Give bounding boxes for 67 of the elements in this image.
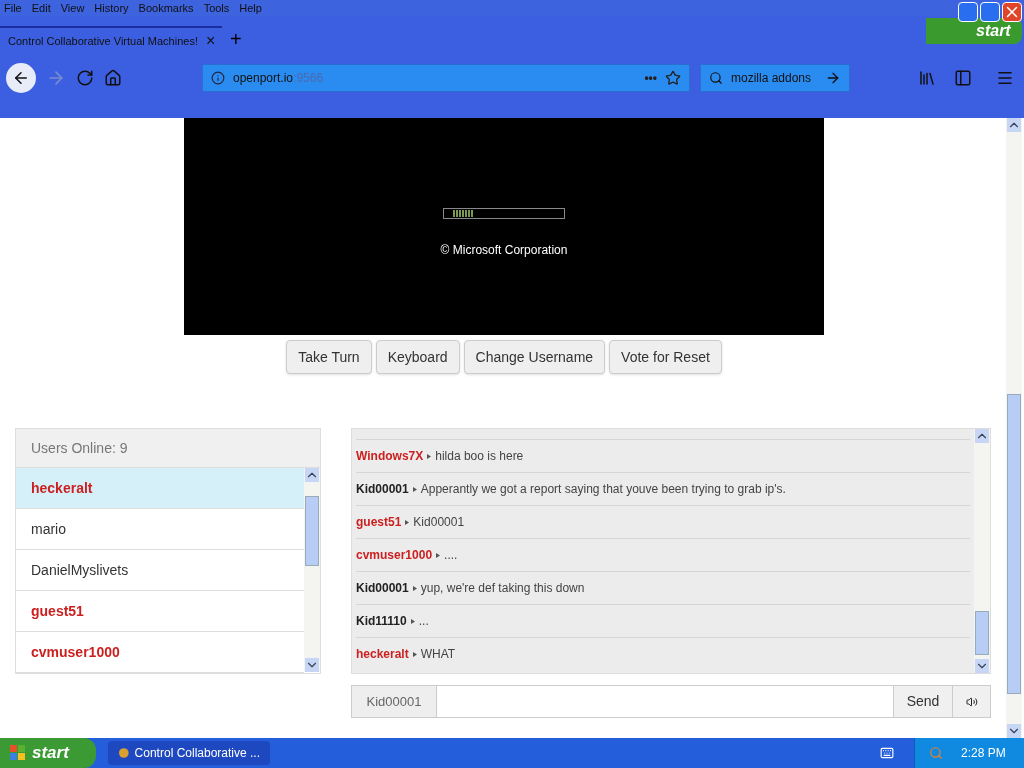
- scroll-down-icon[interactable]: [305, 658, 319, 672]
- menu-item[interactable]: History: [94, 0, 129, 17]
- scroll-thumb[interactable]: [305, 496, 319, 566]
- home-button[interactable]: [104, 69, 122, 87]
- sidebar-button[interactable]: [954, 69, 972, 87]
- pointer-icon: [412, 651, 417, 657]
- menu-item[interactable]: Help: [239, 0, 262, 17]
- vm-button[interactable]: Keyboard: [375, 340, 460, 374]
- chat-message: Kid00001 Apperantly we got a report saying that youve been trying to grab ip's.: [356, 472, 970, 505]
- scroll-down-icon[interactable]: [975, 659, 989, 673]
- menu-item[interactable]: File: [4, 0, 22, 17]
- pointer-icon: [412, 486, 417, 492]
- menu-item[interactable]: View: [60, 0, 85, 17]
- go-icon[interactable]: [825, 70, 841, 86]
- user-row[interactable]: heckeralt: [16, 468, 304, 509]
- scrollbar[interactable]: [1006, 118, 1022, 738]
- chat-message: guest51 Kid00001: [356, 505, 970, 538]
- reload-button[interactable]: [76, 69, 94, 87]
- scrollbar[interactable]: [304, 468, 320, 672]
- search-icon: [709, 71, 723, 85]
- chat-message: heckeralt WHAT: [356, 637, 970, 670]
- scroll-up-icon[interactable]: [975, 429, 989, 443]
- vm-screen[interactable]: © Microsoft Corporation: [184, 118, 824, 335]
- pointer-icon: [412, 585, 417, 591]
- url-text: openport.io:9566: [233, 70, 325, 87]
- more-icon[interactable]: •••: [644, 69, 657, 87]
- back-button[interactable]: [6, 63, 36, 93]
- minimize-button[interactable]: [958, 2, 978, 22]
- pointer-icon: [405, 519, 410, 525]
- pointer-icon: [436, 552, 441, 558]
- scroll-down-icon[interactable]: [1007, 724, 1021, 738]
- library-button[interactable]: [918, 69, 936, 87]
- start-button[interactable]: start: [0, 738, 96, 768]
- scroll-thumb[interactable]: [975, 611, 989, 655]
- pointer-icon: [427, 453, 432, 459]
- users-heading: Users Online: 9: [16, 429, 320, 468]
- chat-message: Kid00001 yup, we're def taking this down: [356, 571, 970, 604]
- menu-button[interactable]: [996, 69, 1014, 87]
- vm-button[interactable]: Take Turn: [286, 340, 372, 374]
- menu-item[interactable]: Bookmarks: [138, 0, 194, 17]
- close-icon[interactable]: ×: [205, 29, 216, 53]
- clock: 2:28 PM: [961, 745, 1006, 762]
- menu-item[interactable]: Edit: [31, 0, 51, 17]
- scroll-thumb[interactable]: [1007, 394, 1021, 694]
- scroll-up-icon[interactable]: [1007, 118, 1021, 132]
- chat-message: Kid11110 ...: [356, 604, 970, 637]
- chat-message: cvmuser1000 ....: [356, 538, 970, 571]
- windows-logo-icon: [10, 745, 26, 761]
- scroll-up-icon[interactable]: [305, 468, 319, 482]
- new-tab-button[interactable]: +: [222, 26, 250, 54]
- bookmark-star-icon[interactable]: [665, 70, 681, 86]
- tab-title: Control Collaborative Virtual Machines!: [8, 33, 198, 49]
- search-field[interactable]: mozilla addons: [700, 64, 850, 92]
- app-icon: [118, 747, 130, 759]
- close-window-button[interactable]: [1002, 2, 1022, 22]
- vm-button[interactable]: Vote for Reset: [609, 340, 722, 374]
- address-bar[interactable]: openport.io:9566 •••: [202, 64, 690, 92]
- keyboard-icon[interactable]: [880, 746, 894, 760]
- scrollbar[interactable]: [974, 429, 990, 673]
- info-icon[interactable]: [211, 71, 225, 85]
- copyright-text: © Microsoft Corporation: [440, 242, 568, 259]
- restore-button[interactable]: [980, 2, 1000, 22]
- chat-message: Windows7X hilda boo is here: [356, 439, 970, 472]
- taskbar-task[interactable]: Control Collaborative ...: [108, 741, 270, 765]
- menu-item[interactable]: Tools: [203, 0, 230, 17]
- vm-button[interactable]: Change Username: [463, 340, 606, 374]
- pointer-icon: [410, 618, 415, 624]
